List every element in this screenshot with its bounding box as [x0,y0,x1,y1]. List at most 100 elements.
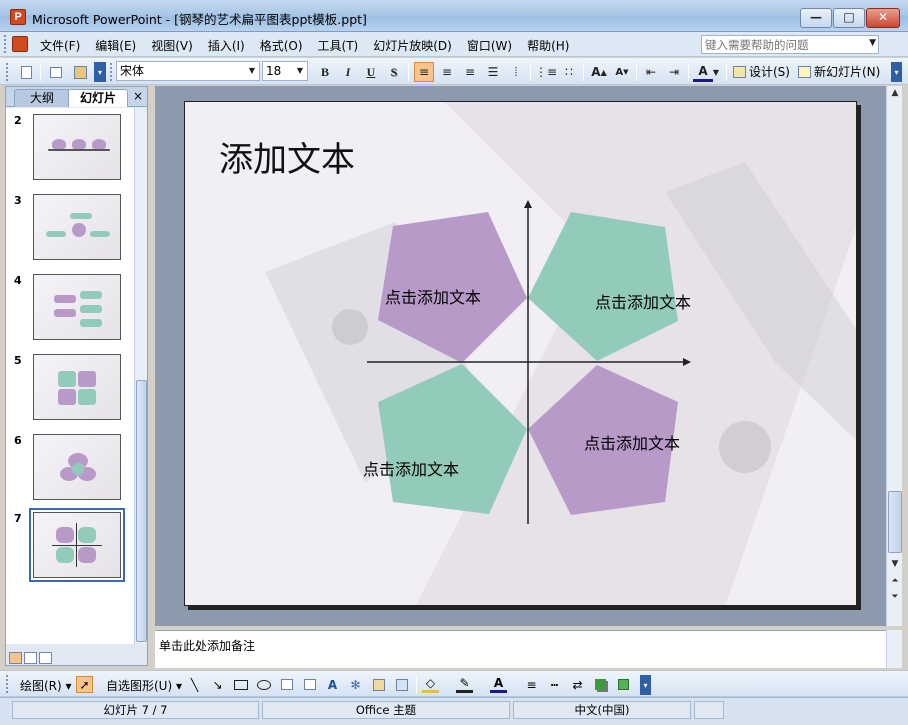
align-left-icon[interactable]: ≡ [414,62,434,82]
font-name-select[interactable]: 宋体 ▼ [116,61,260,81]
italic-button[interactable]: I [338,62,358,82]
draw-menu-button[interactable]: 绘图(R) ▾ [20,677,72,694]
chevron-down-icon[interactable]: ▼ [246,63,258,79]
slide-sorter-view-icon[interactable] [24,651,37,664]
shadow-button[interactable]: S [384,62,404,82]
distribute-icon[interactable]: ⦙ [506,62,526,82]
bold-button[interactable]: B [315,62,335,82]
copy-icon[interactable] [46,62,66,82]
menu-insert[interactable]: 插入(I) [208,36,245,55]
thumbnail-row[interactable]: 4 [6,268,134,348]
menu-file[interactable]: 文件(F) [40,36,80,55]
insert-picture-icon[interactable] [393,676,410,693]
help-search-box[interactable]: ▼ [701,35,879,54]
help-search-input[interactable] [702,36,862,53]
font-color-icon[interactable]: A [490,676,507,693]
thumbnail-scrollbar[interactable] [134,108,147,644]
slide-scrollbar[interactable]: ▲ ▼ ⏶ ⏷ [886,86,902,626]
close-pane-icon[interactable]: × [133,89,143,103]
slide-thumbnail[interactable] [33,274,121,340]
align-right-icon[interactable]: ≡ [460,62,480,82]
shape-label-top-left[interactable]: 点击添加文本 [385,284,481,308]
line-color-icon[interactable]: ✎ [456,676,473,693]
minimize-button[interactable]: — [800,8,832,28]
align-center-icon[interactable]: ≡ [437,62,457,82]
notes-placeholder[interactable]: 单击此处添加备注 [159,637,255,654]
3d-style-icon[interactable] [615,676,632,693]
paste-icon[interactable] [70,62,90,82]
new-document-icon[interactable] [16,62,36,82]
menu-view[interactable]: 视图(V) [151,36,193,55]
thumbnail-row[interactable]: 7 [6,506,134,584]
shape-label-top-right[interactable]: 点击添加文本 [595,289,691,313]
thumbnail-row[interactable]: 5 [6,348,134,428]
tab-slides[interactable]: 幻灯片 [68,89,128,107]
menu-tools[interactable]: 工具(T) [318,36,359,55]
slide-thumbnail-selected[interactable] [29,508,125,582]
autoshapes-menu-button[interactable]: 自选图形(U) ▾ [106,677,182,694]
normal-view-icon[interactable] [9,651,22,664]
rectangle-tool-icon[interactable] [232,676,249,693]
dash-style-icon[interactable]: ┅ [546,676,563,693]
toolbar-grip[interactable] [6,63,9,81]
arrow-tool-icon[interactable]: ↘ [209,676,226,693]
previous-slide-icon[interactable]: ⏶ [887,576,903,586]
oval-tool-icon[interactable] [255,676,272,693]
thumbnail-row[interactable]: 3 [6,188,134,268]
menu-window[interactable]: 窗口(W) [467,36,512,55]
toolbar-options-icon[interactable]: ▾ [891,62,902,82]
font-color-icon[interactable]: A [693,62,713,82]
justify-icon[interactable]: ☰ [483,62,503,82]
chevron-down-icon[interactable]: ▼ [869,38,876,48]
underline-button[interactable]: U [361,62,381,82]
menu-help[interactable]: 帮助(H) [527,36,569,55]
toolbar-grip[interactable] [110,63,113,81]
scrollbar-thumb[interactable] [136,380,147,642]
thumbnail-row[interactable]: 6 [6,428,134,508]
diagram-icon[interactable]: ✻ [347,676,364,693]
line-style-icon[interactable]: ≡ [523,676,540,693]
new-slide-button[interactable]: 新幻灯片(N) [798,63,880,80]
slide-thumbnail[interactable] [33,434,121,500]
fill-color-icon[interactable]: ◇ [422,676,439,693]
shape-label-bottom-right[interactable]: 点击添加文本 [584,430,680,454]
powerpoint-app-icon[interactable]: P [10,9,26,25]
textbox-tool-icon[interactable] [278,676,295,693]
font-size-select[interactable]: 18 ▼ [262,61,308,81]
bullets-icon[interactable]: ∷ [559,62,579,82]
shape-label-bottom-left[interactable]: 点击添加文本 [363,456,459,480]
increase-indent-icon[interactable]: ⇥ [664,62,684,82]
toolbar-grip[interactable] [4,35,7,53]
decrease-font-size-icon[interactable]: A ▼ [612,62,632,82]
close-button[interactable]: ✕ [866,8,900,28]
toolbar-grip[interactable] [6,675,9,693]
shadow-style-icon[interactable] [592,676,609,693]
slide-thumbnail[interactable] [33,114,121,180]
wordart-icon[interactable]: A [324,676,341,693]
notes-scrollbar[interactable] [886,630,902,668]
thumbnail-row[interactable]: 2 [6,108,134,188]
chevron-down-icon[interactable]: ▼ [294,63,306,79]
slide-thumbnail[interactable] [33,194,121,260]
vertical-textbox-icon[interactable] [301,676,318,693]
slide-canvas[interactable]: 添加文本 点击添加文本 点击添加文本 点击添加文本 点击添加文本 [184,101,857,606]
maximize-button[interactable]: □ [833,8,865,28]
scrollbar-thumb[interactable] [888,491,902,553]
scroll-up-icon[interactable]: ▲ [887,88,903,98]
toolbar-options-icon[interactable]: ▾ [640,675,651,695]
scroll-down-icon[interactable]: ▼ [887,559,903,569]
clipart-icon[interactable] [370,676,387,693]
increase-font-size-icon[interactable]: A ▲ [589,62,609,82]
slide-thumbnail[interactable] [33,354,121,420]
chevron-down-icon[interactable]: ▼ [711,62,721,82]
document-icon[interactable] [12,36,28,52]
tab-outline[interactable]: 大纲 [14,89,70,107]
line-tool-icon[interactable]: ╲ [186,676,203,693]
next-slide-icon[interactable]: ⏷ [887,592,903,602]
menu-edit[interactable]: 编辑(E) [95,36,136,55]
arrow-style-icon[interactable]: ⇄ [569,676,586,693]
menu-format[interactable]: 格式(O) [260,36,303,55]
menu-slideshow[interactable]: 幻灯片放映(D) [373,36,452,55]
notes-pane[interactable]: 单击此处添加备注 [155,630,886,668]
decrease-indent-icon[interactable]: ⇤ [641,62,661,82]
